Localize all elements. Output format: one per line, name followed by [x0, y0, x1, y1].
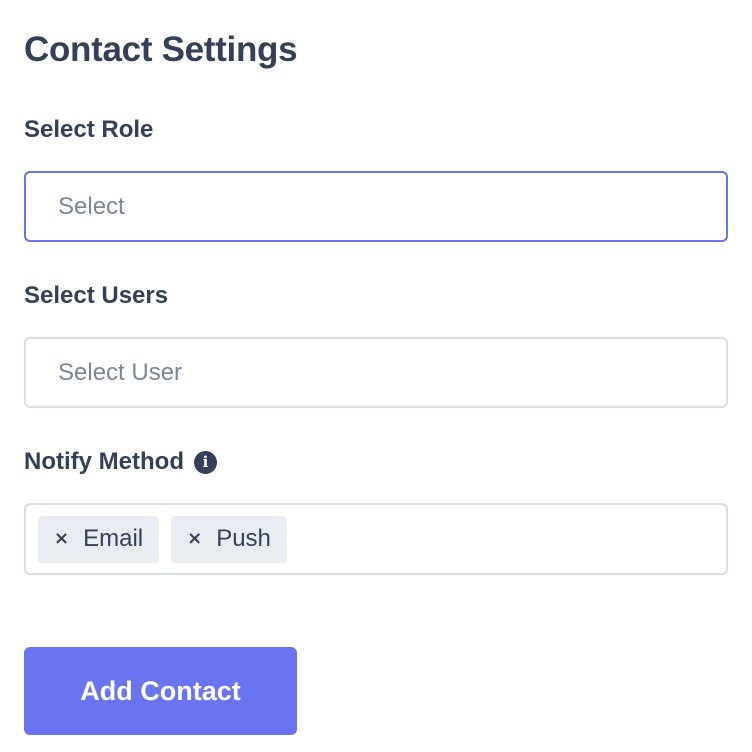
page-title: Contact Settings: [24, 30, 298, 69]
select-users-dropdown[interactable]: Select User: [24, 337, 728, 408]
notify-method-multiselect[interactable]: × Email × Push: [24, 503, 728, 575]
notify-method-label: Notify Method i: [24, 448, 217, 476]
add-contact-button[interactable]: Add Contact: [24, 647, 297, 735]
contact-settings-form: Contact Settings Select Role Select Sele…: [0, 0, 752, 752]
select-role-label: Select Role: [24, 116, 153, 144]
tag-email-label: Email: [83, 525, 144, 552]
select-role-label-text: Select Role: [24, 116, 154, 143]
remove-push-close-icon[interactable]: ×: [187, 530, 202, 548]
remove-email-close-icon[interactable]: ×: [54, 530, 69, 548]
tag-push-label: Push: [216, 525, 271, 552]
select-users-label-text: Select Users: [24, 282, 169, 309]
select-role-placeholder: Select: [58, 192, 125, 220]
tag-email: × Email: [38, 515, 160, 563]
select-role-dropdown[interactable]: Select: [24, 171, 728, 242]
info-icon[interactable]: i: [193, 450, 217, 474]
notify-method-label-text: Notify Method: [24, 448, 184, 475]
select-users-label: Select Users: [24, 282, 168, 310]
tag-push: × Push: [171, 515, 287, 563]
select-users-placeholder: Select User: [58, 358, 183, 386]
